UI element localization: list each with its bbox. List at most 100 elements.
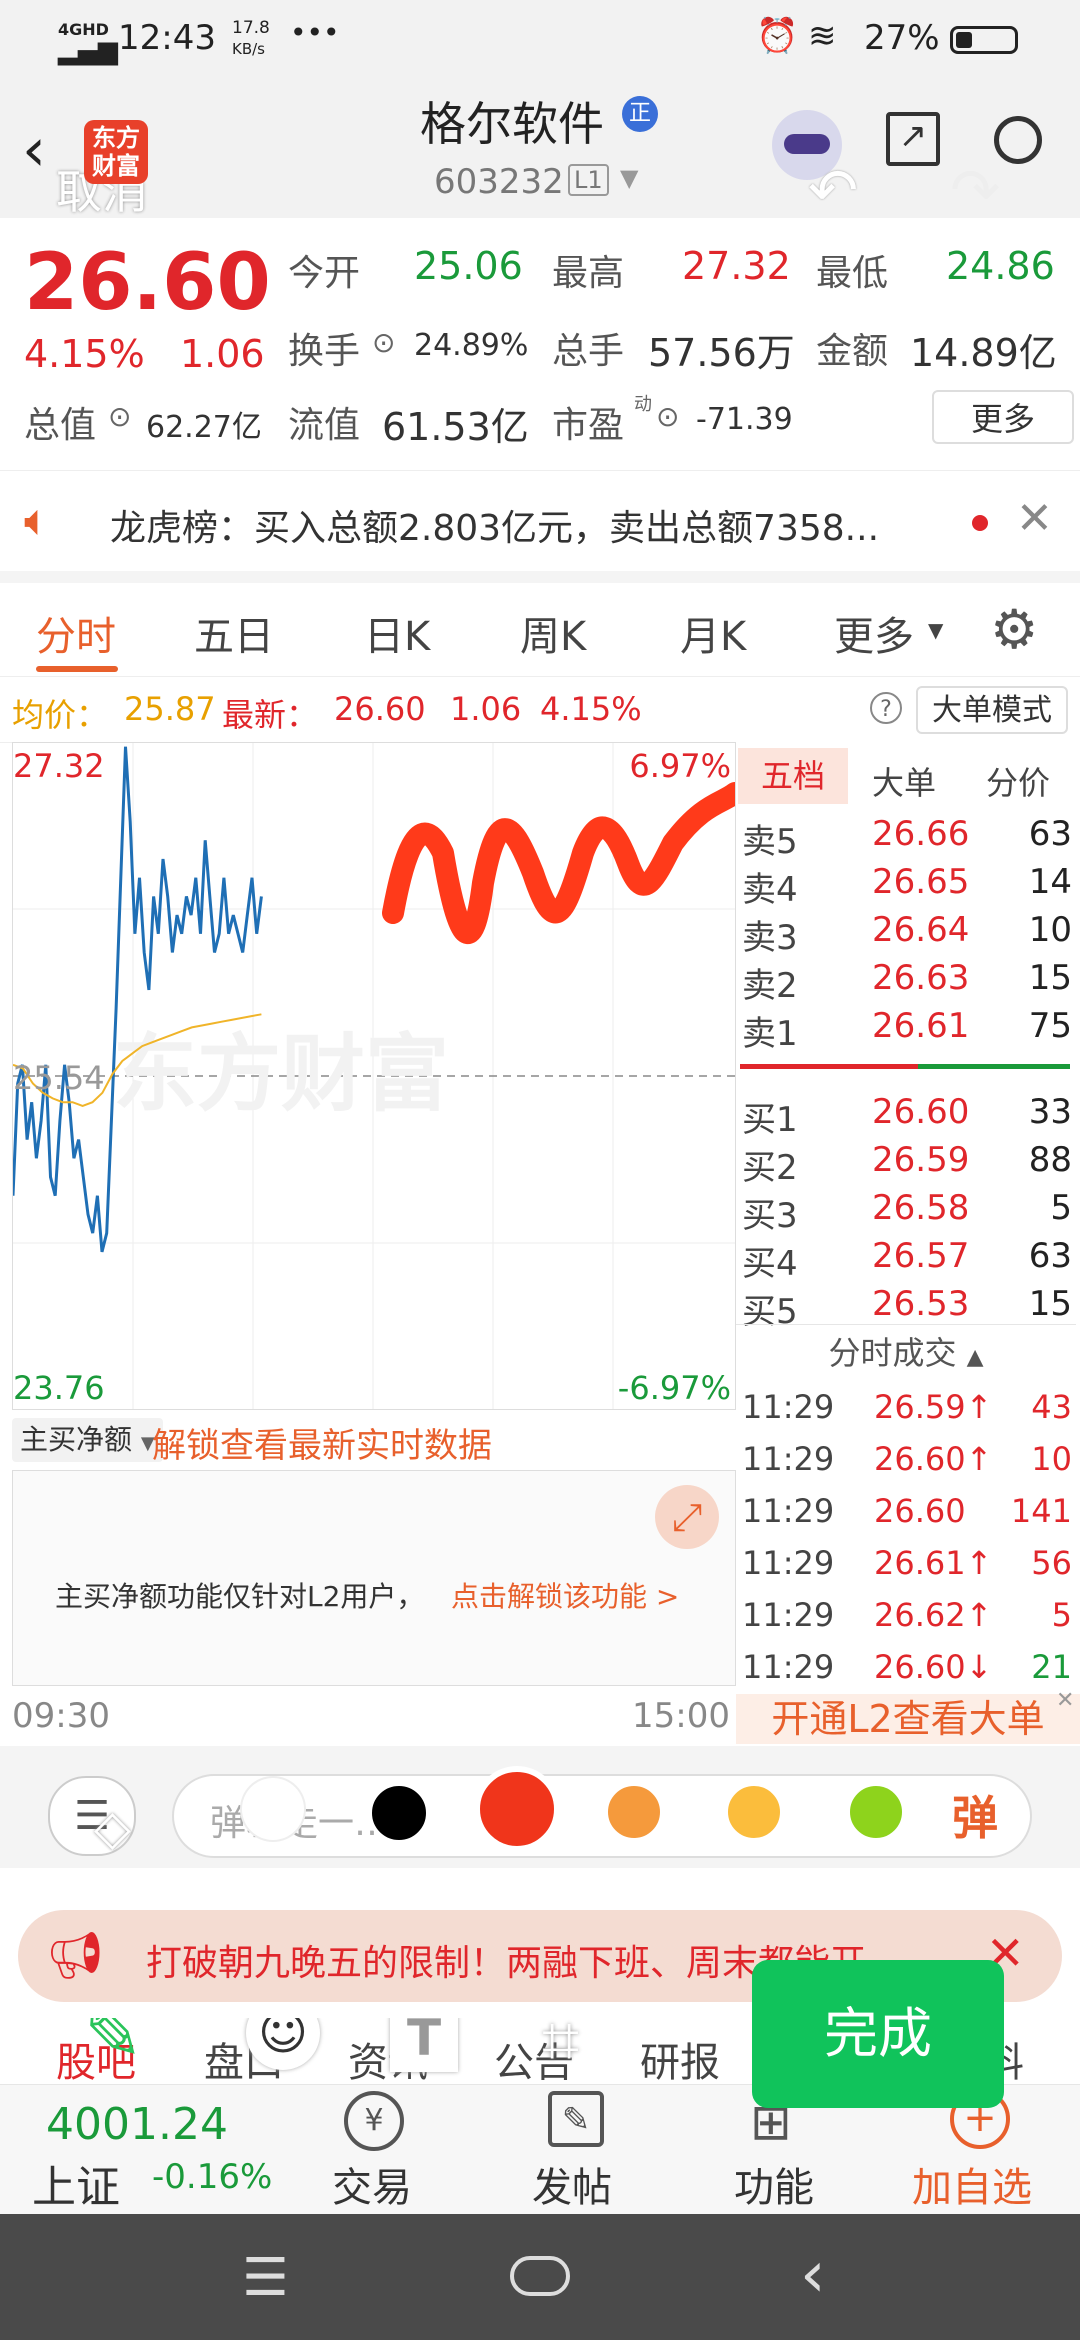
open-value: 25.06 (414, 244, 523, 288)
dragon-tiger-bar[interactable]: 🔈︎ 龙虎榜：买入总额2.803亿元，卖出总额7358... ✕ (0, 470, 1080, 583)
bid-row: 买2 26.59 88 (742, 1140, 1072, 1188)
book-tab-five-level[interactable]: 五档 (738, 748, 848, 804)
ask-row: 卖1 26.61 75 (742, 1006, 1072, 1054)
menu-icon[interactable]: ☰ (242, 2248, 289, 2308)
settings-icon[interactable]: ⚙ (990, 598, 1038, 661)
index-value[interactable]: 4001.24 (46, 2099, 228, 2150)
tab-weekly-k[interactable]: 周K (520, 604, 586, 662)
big-order-mode-button[interactable]: 大单模式 (916, 686, 1068, 734)
tab-research[interactable]: 研报 (640, 2030, 720, 2084)
watermark: 东方财富 (113, 1025, 449, 1123)
indicator-selector[interactable]: 主买净额 ▼ (12, 1418, 163, 1462)
signal-icon: ▂▄▆ (58, 36, 118, 66)
dropdown-arrow-icon: ▼ (928, 618, 944, 642)
megaphone-icon: 📢︎ (46, 1928, 105, 1982)
eraser-icon[interactable]: ◇ (94, 1800, 131, 1856)
pe-value: -71.39 (696, 402, 793, 437)
back-icon[interactable]: ‹ (22, 120, 46, 180)
trade-icon[interactable]: ¥ (344, 2091, 404, 2151)
tab-timeshare[interactable]: 分时 (36, 604, 116, 662)
redo-icon: ↷ (950, 156, 1001, 226)
tab-daily-k[interactable]: 日K (364, 604, 430, 662)
danmaku-toggle-icon[interactable]: 弹 (952, 1782, 998, 1848)
index-change: -0.16% (152, 2157, 273, 2197)
latest-pct: 4.15% (540, 690, 642, 728)
bid-row: 买3 26.58 5 (742, 1188, 1072, 1236)
bid-row: 买4 26.57 63 (742, 1236, 1072, 1284)
color-swatch-yellow[interactable] (724, 1782, 784, 1842)
color-swatch-red-selected[interactable] (474, 1766, 560, 1852)
nav-add-watchlist[interactable]: 加自选 (912, 2155, 1032, 2213)
close-icon[interactable]: ✕ (1016, 493, 1053, 544)
ask-row: 卖5 26.66 63 (742, 814, 1072, 862)
ask-row: 卖3 26.64 10 (742, 910, 1072, 958)
battery-text: 27% (864, 18, 940, 58)
ask-row: 卖4 26.65 14 (742, 862, 1072, 910)
nav-post[interactable]: 发帖 (532, 2155, 612, 2213)
chart-tabs: 分时 五日 日K 周K 月K 更多 ▼ ⚙ (0, 584, 1080, 677)
more-button[interactable]: 更多 (932, 390, 1074, 444)
pen-icon[interactable]: ✎ (84, 2018, 143, 2076)
tab-five-day[interactable]: 五日 (194, 604, 274, 662)
back-nav-icon[interactable]: ‹ (800, 2238, 826, 2312)
market-cap-label: 总值 (24, 405, 97, 446)
trade-row: 11:29 26.60 141 (742, 1492, 1072, 1530)
change-amount: 1.06 (180, 332, 265, 376)
home-icon[interactable] (510, 2256, 570, 2296)
nav-trade[interactable]: 交易 (332, 2155, 412, 2213)
stock-title: 格尔软件 (420, 97, 604, 151)
tab-monthly-k[interactable]: 月K (680, 604, 746, 662)
help-icon[interactable]: ? (870, 692, 902, 724)
latest-value: 26.60 (334, 690, 426, 728)
net-speed: 17.8 (232, 18, 270, 38)
price-line (13, 746, 263, 1253)
post-icon[interactable]: ✎ (548, 2091, 604, 2147)
color-swatch-black[interactable] (368, 1782, 430, 1844)
low-label: 最低 (816, 253, 889, 294)
high-value: 27.32 (682, 244, 791, 288)
index-name[interactable]: 上证 (32, 2151, 120, 2215)
sort-up-icon: ▲ (966, 1345, 984, 1370)
level-badge[interactable]: L1 (568, 164, 609, 196)
current-price: 26.60 (24, 238, 271, 328)
app-logo[interactable]: 东方财富 (84, 120, 148, 184)
book-tab-price-distribution[interactable]: 分价 (986, 758, 1050, 804)
done-button[interactable]: 完成 (752, 1960, 1004, 2108)
color-swatch-orange[interactable] (604, 1782, 664, 1842)
undo-icon[interactable]: ↶ (808, 156, 858, 226)
unlock-feature-link[interactable]: 点击解锁该功能 > (451, 1575, 679, 1615)
text-tool-icon[interactable]: T (390, 2018, 458, 2072)
info-icon[interactable]: ⊙ (108, 400, 131, 433)
info-icon[interactable]: ⊙ (656, 400, 679, 433)
level-dropdown-icon[interactable]: ▼ (620, 164, 638, 192)
lhb-text[interactable]: 龙虎榜：买入总额2.803亿元，卖出总额7358... (110, 499, 879, 551)
search-icon[interactable] (994, 116, 1042, 164)
more-dots: ••• (290, 16, 340, 49)
stock-header: ‹ 取消 格尔软件 正 603232 L1 ▼ ↶ ↗ ↷ (0, 82, 1080, 226)
amount-value: 14.89亿 (910, 331, 1057, 375)
crop-icon[interactable]: ⌗ (542, 2018, 579, 2081)
color-swatch-green[interactable] (846, 1782, 906, 1842)
unlock-link[interactable]: 解锁查看最新实时数据 (152, 1418, 492, 1467)
l2-upgrade-link[interactable]: 开通L2查看大单 (736, 1694, 1080, 1744)
intraday-chart[interactable]: 东方财富 27.32 6.97% 25.54 23.76 -6.97% (12, 742, 736, 1410)
high-label: 最高 (552, 253, 625, 294)
book-tab-big-order[interactable]: 大单 (872, 758, 936, 804)
turnover-label: 换手 (288, 331, 361, 372)
share-icon[interactable]: ↗ (886, 112, 940, 166)
pct-max-label: 6.97% (629, 747, 731, 785)
expand-icon[interactable]: ⤢ (655, 1485, 719, 1549)
volume-value: 57.56万 (648, 331, 795, 375)
tab-more[interactable]: 更多 (834, 604, 914, 662)
info-icon[interactable]: ⊙ (372, 326, 395, 359)
unread-dot (972, 515, 988, 531)
close-icon[interactable]: ✕ (1056, 1688, 1074, 1713)
avg-value: 25.87 (124, 690, 216, 728)
trades-header[interactable]: 分时成交 ▲ (736, 1324, 1076, 1381)
nav-function[interactable]: 功能 (734, 2155, 814, 2213)
wifi-icon: ≋ (808, 16, 837, 56)
y-mid-label: 25.54 (13, 1059, 105, 1097)
color-swatch-white[interactable] (242, 1778, 304, 1840)
quote-panel: 26.60 4.15% 1.06 今开 25.06 最高 27.32 最低 24… (0, 218, 1080, 458)
volume-label: 总手 (552, 331, 625, 372)
